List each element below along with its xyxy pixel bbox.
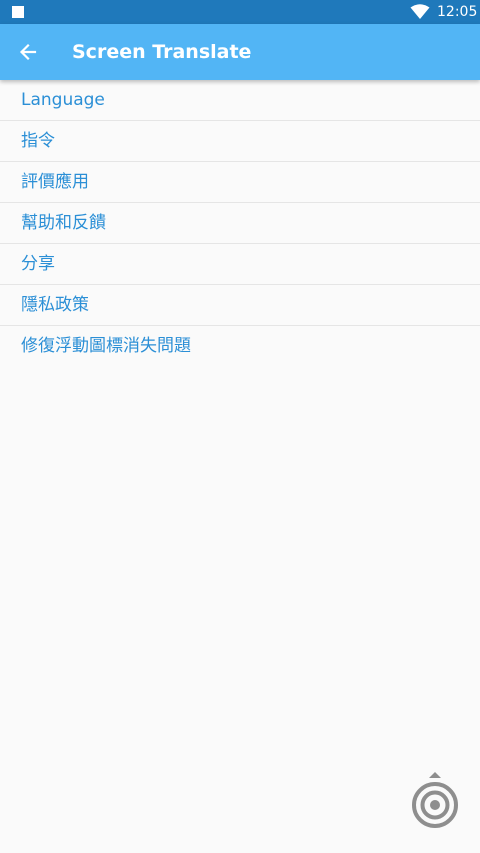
menu-item-share[interactable]: 分享 [0,244,480,285]
arrow-left-icon [19,43,37,61]
menu-item-label: 分享 [21,254,55,274]
floating-translate-button[interactable] [409,770,461,830]
app-bar: Screen Translate [0,24,480,80]
target-icon [412,772,458,828]
menu-item-language[interactable]: Language [0,80,480,121]
menu-item-help-feedback[interactable]: 幫助和反饋 [0,203,480,244]
menu-item-label: 修復浮動圖標消失問題 [21,336,191,356]
menu-item-fix-floating-icon[interactable]: 修復浮動圖標消失問題 [0,326,480,366]
menu-item-rate-app[interactable]: 評價應用 [0,162,480,203]
menu-item-label: Language [21,90,105,110]
menu-item-privacy-policy[interactable]: 隱私政策 [0,285,480,326]
menu-item-label: 幫助和反饋 [21,213,106,233]
settings-menu-list: Language 指令 評價應用 幫助和反饋 分享 隱私政策 修復浮動圖標消失問… [0,80,480,366]
status-time: 12:05 [437,4,478,20]
menu-item-instructions[interactable]: 指令 [0,121,480,162]
menu-item-label: 指令 [21,131,55,151]
menu-item-label: 隱私政策 [21,295,89,315]
wifi-icon [410,4,430,19]
app-title: Screen Translate [72,41,252,63]
back-button[interactable] [8,28,48,76]
status-bar: 12:05 [0,0,480,24]
notification-square-icon [12,6,24,18]
menu-item-label: 評價應用 [21,172,89,192]
